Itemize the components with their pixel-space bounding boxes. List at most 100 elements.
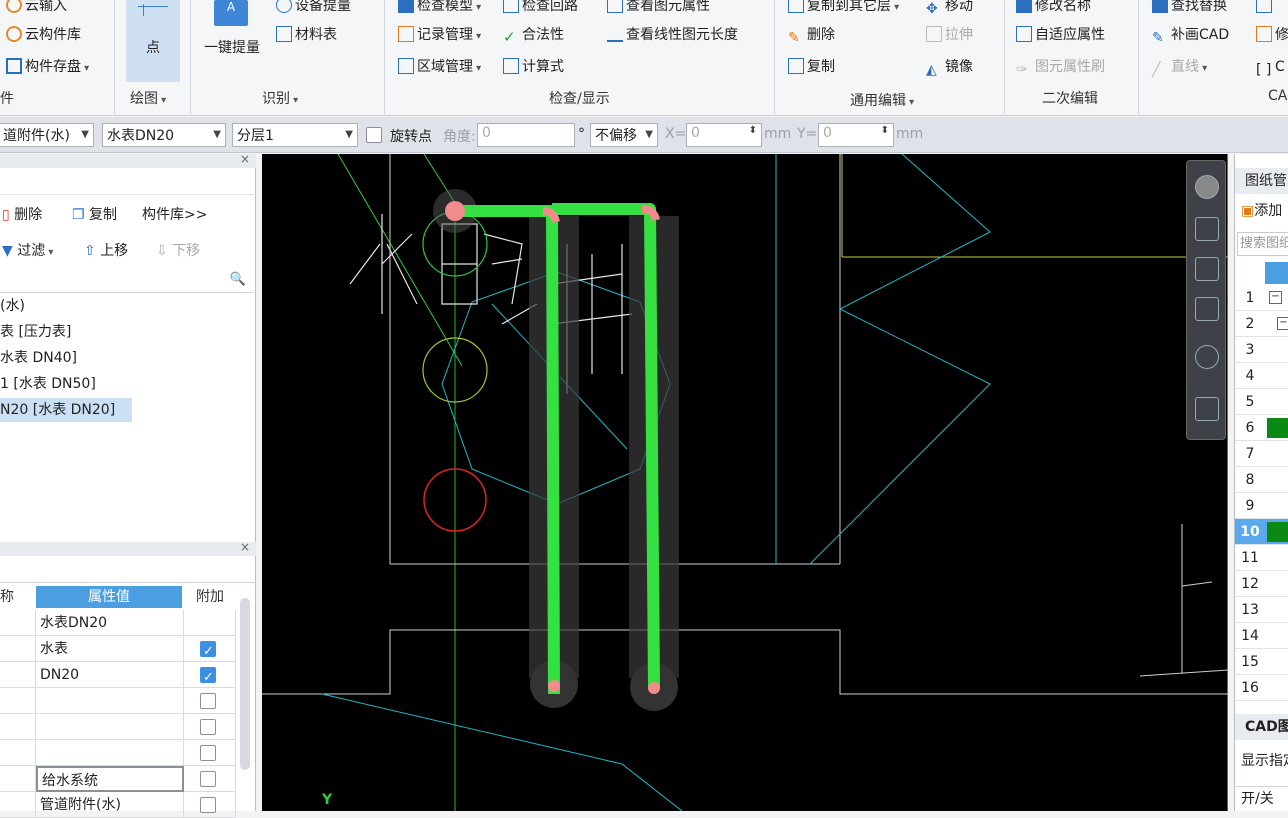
prop-value-cell[interactable]	[36, 740, 184, 766]
tree-item[interactable]: 表 [压力表]	[0, 320, 71, 344]
legality-button[interactable]: ✓ 合法性	[503, 25, 564, 45]
layers-icon[interactable]	[1195, 397, 1219, 421]
close-icon[interactable]: ×	[240, 540, 250, 554]
extra-checkbox[interactable]	[200, 719, 216, 735]
mirror-button[interactable]: ◭ 镜像	[926, 57, 973, 78]
drawing-list-row[interactable]: 6	[1235, 415, 1288, 441]
collapse-icon[interactable]: −	[1269, 291, 1282, 304]
area-mgmt-button[interactable]: 区域管理	[398, 57, 481, 79]
copy-button[interactable]: 复制	[788, 57, 835, 77]
search-box[interactable]: 🔍	[0, 269, 254, 293]
prop-value-cell[interactable]	[36, 688, 184, 714]
cloud-lib-button[interactable]: 云构件库	[6, 25, 81, 45]
copy-comp-button[interactable]: ❐ 复制	[72, 204, 117, 224]
top-view-icon[interactable]	[1195, 257, 1219, 281]
move-button[interactable]: ✥ 移动	[926, 0, 973, 17]
delete-button[interactable]: ✎ 删除	[788, 25, 835, 46]
rotate-icon[interactable]	[1195, 345, 1219, 369]
drawing-list-row[interactable]: 16	[1235, 675, 1288, 701]
type-select[interactable]: 道附件(水) ▼	[0, 123, 94, 147]
cad-tool-1[interactable]	[1256, 0, 1275, 16]
y-input[interactable]: 0 ⬍	[818, 123, 894, 147]
toggle-column-header[interactable]: 开/关	[1235, 786, 1288, 811]
check-model-button[interactable]: 检查模型	[398, 0, 481, 18]
prop-value-cell[interactable]: 管道附件(水)	[36, 792, 184, 818]
search-drawing-input[interactable]: 搜索图纸	[1237, 232, 1288, 256]
extra-checkbox[interactable]	[200, 745, 216, 761]
comp-lib-button[interactable]: 构件库>>	[142, 204, 207, 224]
view-prop-button[interactable]: 查看图元属性	[607, 0, 710, 16]
prop-value-cell[interactable]: DN20	[36, 662, 184, 688]
scrollbar[interactable]	[240, 598, 250, 770]
extra-checkbox[interactable]	[200, 693, 216, 709]
rename-button[interactable]: 修改名称	[1016, 0, 1091, 16]
rotate-checkbox[interactable]	[366, 127, 382, 143]
drawing-list-row[interactable]: 10	[1235, 519, 1288, 545]
drawing-list-row[interactable]: 2−	[1235, 311, 1288, 337]
material-button[interactable]: 材料表	[276, 25, 337, 45]
stretch-button[interactable]: 拉伸	[926, 25, 973, 45]
row-number: 4	[1245, 368, 1255, 384]
prop-value-cell[interactable]	[36, 714, 184, 740]
drawing-list-row[interactable]: 11	[1235, 545, 1288, 571]
point-button[interactable]: 点	[126, 0, 180, 82]
drawing-list-row[interactable]: 15	[1235, 649, 1288, 675]
group-cad-label: CA	[1268, 88, 1288, 104]
line-button[interactable]: ╱ 直线	[1152, 57, 1207, 79]
one-click-button[interactable]: 一键提量	[204, 38, 260, 58]
prop-brush-button[interactable]: ✑ 图元属性刷	[1016, 57, 1105, 78]
tree-item[interactable]: 水表 DN40]	[0, 346, 77, 370]
extra-checkbox[interactable]	[200, 771, 216, 787]
layer-select[interactable]: 分层1 ▼	[232, 123, 358, 147]
copy-layer-button[interactable]: 复制到其它层	[788, 0, 899, 18]
drawing-list-row[interactable]: 4	[1235, 363, 1288, 389]
drawing-list-row[interactable]: 14	[1235, 623, 1288, 649]
check-loop-button[interactable]: 检查回路	[503, 0, 578, 16]
drawing-list-row[interactable]: 7	[1235, 441, 1288, 467]
angle-input[interactable]: 0	[477, 123, 575, 147]
drawing-list-row[interactable]: 5	[1235, 389, 1288, 415]
calc-button[interactable]: 计算式	[503, 57, 564, 77]
move-down-button[interactable]: ⇩ 下移	[156, 240, 200, 260]
drawing-canvas[interactable]: Y	[262, 154, 1228, 811]
prop-value-cell[interactable]: 给水系统	[36, 766, 184, 792]
drawing-list-row[interactable]: 9	[1235, 493, 1288, 519]
drawing-list-row[interactable]: 3	[1235, 337, 1288, 363]
cloud-input-button[interactable]: 云输入	[6, 0, 67, 16]
cad-tool-2[interactable]: 修	[1256, 25, 1288, 45]
fill-cad-button[interactable]: ✎ 补画CAD	[1152, 25, 1229, 46]
find-replace-button[interactable]: 查找替换	[1152, 0, 1227, 16]
drawing-list-row[interactable]: 12	[1235, 571, 1288, 597]
prop-value-cell[interactable]: 水表	[36, 636, 184, 662]
record-mgmt-button[interactable]: 记录管理	[398, 25, 481, 47]
orbit-icon[interactable]	[1195, 175, 1219, 199]
cube-view-icon[interactable]	[1195, 297, 1219, 321]
add-drawing-button[interactable]: ▣添加	[1241, 200, 1282, 220]
drawing-list-row[interactable]: 1−	[1235, 285, 1288, 311]
extra-checkbox[interactable]	[200, 639, 216, 665]
tree-item-selected[interactable]: N20 [水表 DN20]	[0, 398, 132, 422]
device-qty-button[interactable]: 设备提量	[276, 0, 351, 16]
drawing-list-row[interactable]: 8	[1235, 467, 1288, 493]
filter-button[interactable]: ▼ 过滤	[2, 240, 53, 260]
offset-select[interactable]: 不偏移 ▼	[590, 123, 658, 147]
extra-checkbox[interactable]	[200, 665, 216, 691]
3d-view-icon[interactable]	[1195, 217, 1219, 241]
tree-item[interactable]: (水)	[0, 294, 25, 318]
close-icon[interactable]: ×	[240, 152, 250, 166]
view-length-button[interactable]: 查看线性图元长度	[607, 25, 738, 45]
x-input[interactable]: 0 ⬍	[686, 123, 762, 147]
row-number: 14	[1241, 628, 1259, 644]
tree-item[interactable]: 1 [水表 DN50]	[0, 372, 96, 396]
cad-icon	[1256, 26, 1272, 42]
collapse-icon[interactable]: −	[1277, 317, 1288, 330]
prop-value-cell[interactable]: 水表DN20	[36, 610, 184, 636]
delete-comp-button[interactable]: ▯ 删除	[2, 204, 42, 224]
drawing-list-row[interactable]: 13	[1235, 597, 1288, 623]
save-comp-button[interactable]: 构件存盘	[6, 57, 89, 79]
move-up-button[interactable]: ⇧ 上移	[84, 240, 128, 260]
component-select[interactable]: 水表DN20 ▼	[102, 123, 226, 147]
cad-drawing[interactable]	[262, 154, 1228, 811]
cad-tool-3[interactable]: [ ] C	[1256, 57, 1285, 78]
adaptive-prop-button[interactable]: 自适应属性	[1016, 25, 1105, 45]
